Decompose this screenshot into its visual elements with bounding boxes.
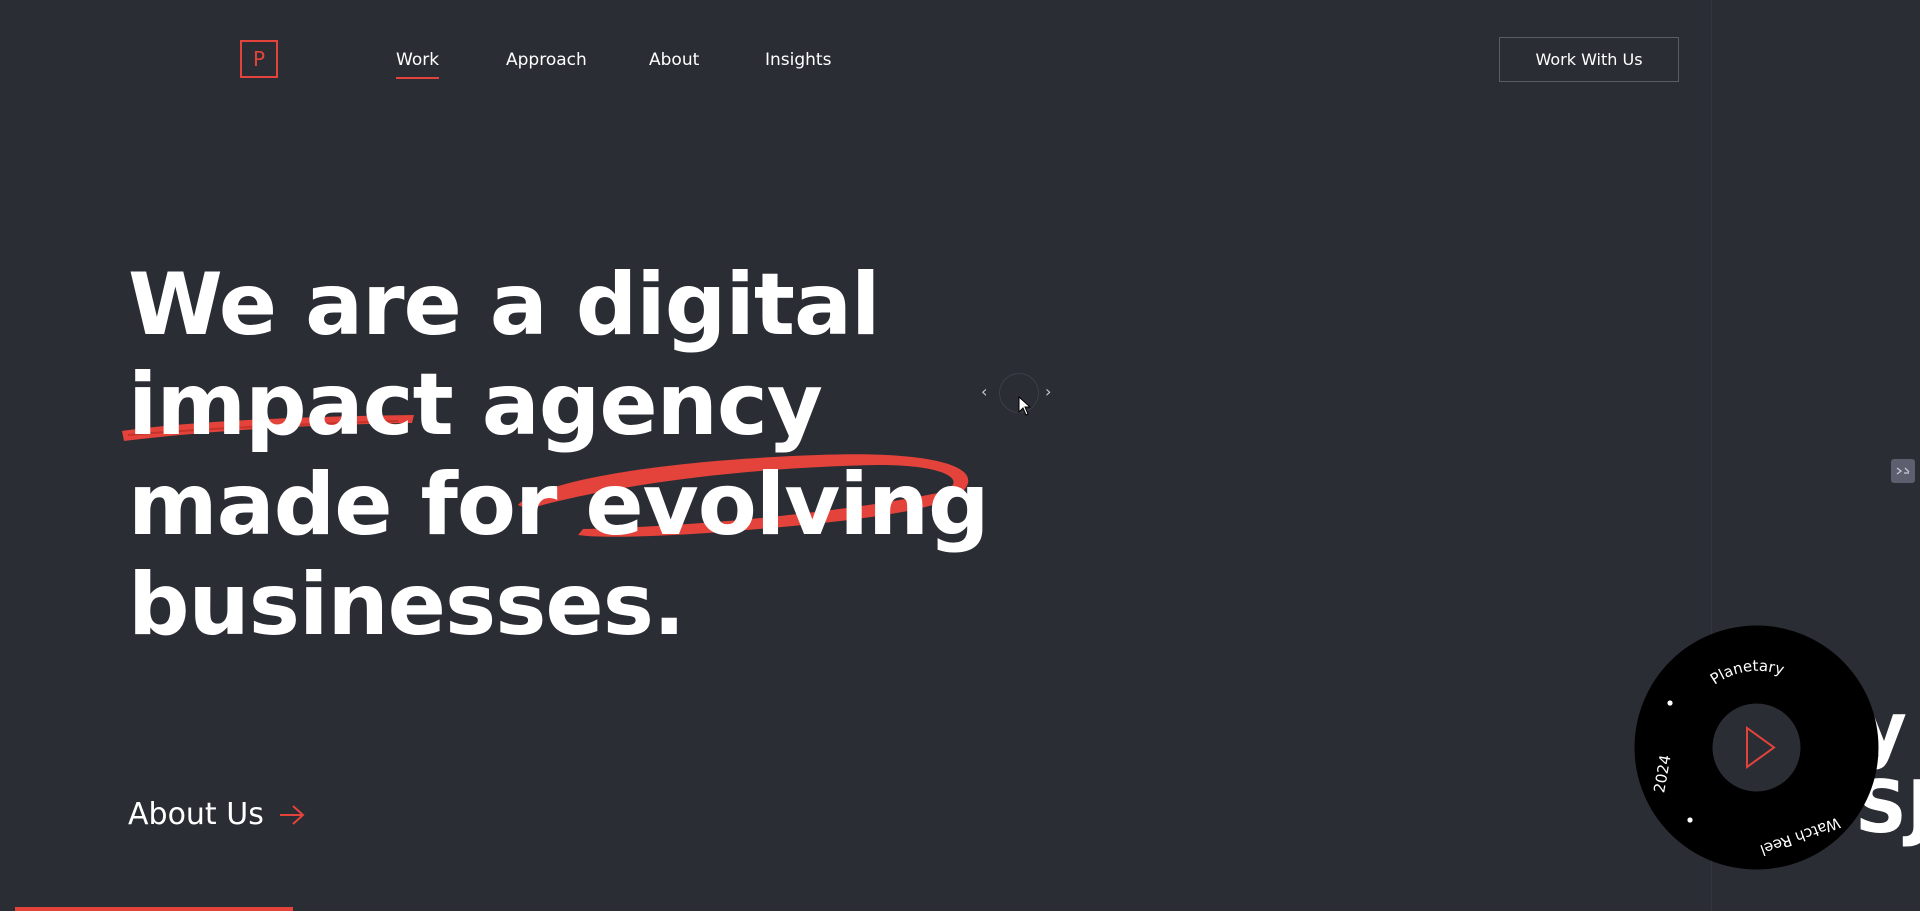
- about-us-link[interactable]: About Us: [128, 797, 306, 832]
- nav-item-work[interactable]: Work: [396, 50, 440, 79]
- hero-headline: We are a digital impact agency made for …: [122, 255, 1028, 655]
- headline-text-1: We are a digital: [128, 255, 880, 355]
- nav-item-insights[interactable]: Insights: [765, 50, 831, 70]
- headline-line-4: businesses.: [128, 555, 1028, 655]
- headline-text-made-for: made for: [128, 455, 586, 555]
- page: P Work Approach About Insights Work With…: [0, 0, 1920, 911]
- slider-controls: ‹ ›: [975, 372, 1055, 414]
- arrow-right-icon: [279, 804, 305, 825]
- headline-text-agency: agency: [452, 355, 823, 455]
- mouse-cursor-icon: [1018, 396, 1032, 416]
- reel-dot-top: [1667, 700, 1673, 706]
- logo[interactable]: P: [240, 40, 278, 78]
- nav-item-approach[interactable]: Approach: [506, 50, 587, 70]
- widget-glyph-icon: [1896, 467, 1910, 475]
- headline-line-1: We are a digital: [128, 255, 1028, 355]
- headline-text-impact: impact: [128, 355, 454, 455]
- headline-line-3: made for evolving: [128, 454, 1028, 555]
- slider-next-icon[interactable]: ›: [1045, 384, 1051, 400]
- headline-line-2: impact agency: [122, 355, 1028, 455]
- work-with-us-button[interactable]: Work With Us: [1499, 37, 1679, 82]
- logo-letter: P: [252, 47, 266, 71]
- reel-center: [1712, 703, 1801, 792]
- watch-reel-button[interactable]: Planetary 2024 Watch Reel: [1634, 625, 1879, 870]
- reel-dot-bottom: [1687, 817, 1693, 823]
- slider-prev-icon[interactable]: ‹: [981, 384, 987, 400]
- side-widget-icon[interactable]: [1891, 459, 1915, 483]
- headline-text-4: businesses.: [128, 555, 686, 655]
- nav-item-about[interactable]: About: [649, 50, 699, 70]
- headline-text-evolving: evolving: [585, 455, 989, 555]
- about-us-label: About Us: [128, 797, 264, 832]
- progress-bar: [15, 907, 293, 911]
